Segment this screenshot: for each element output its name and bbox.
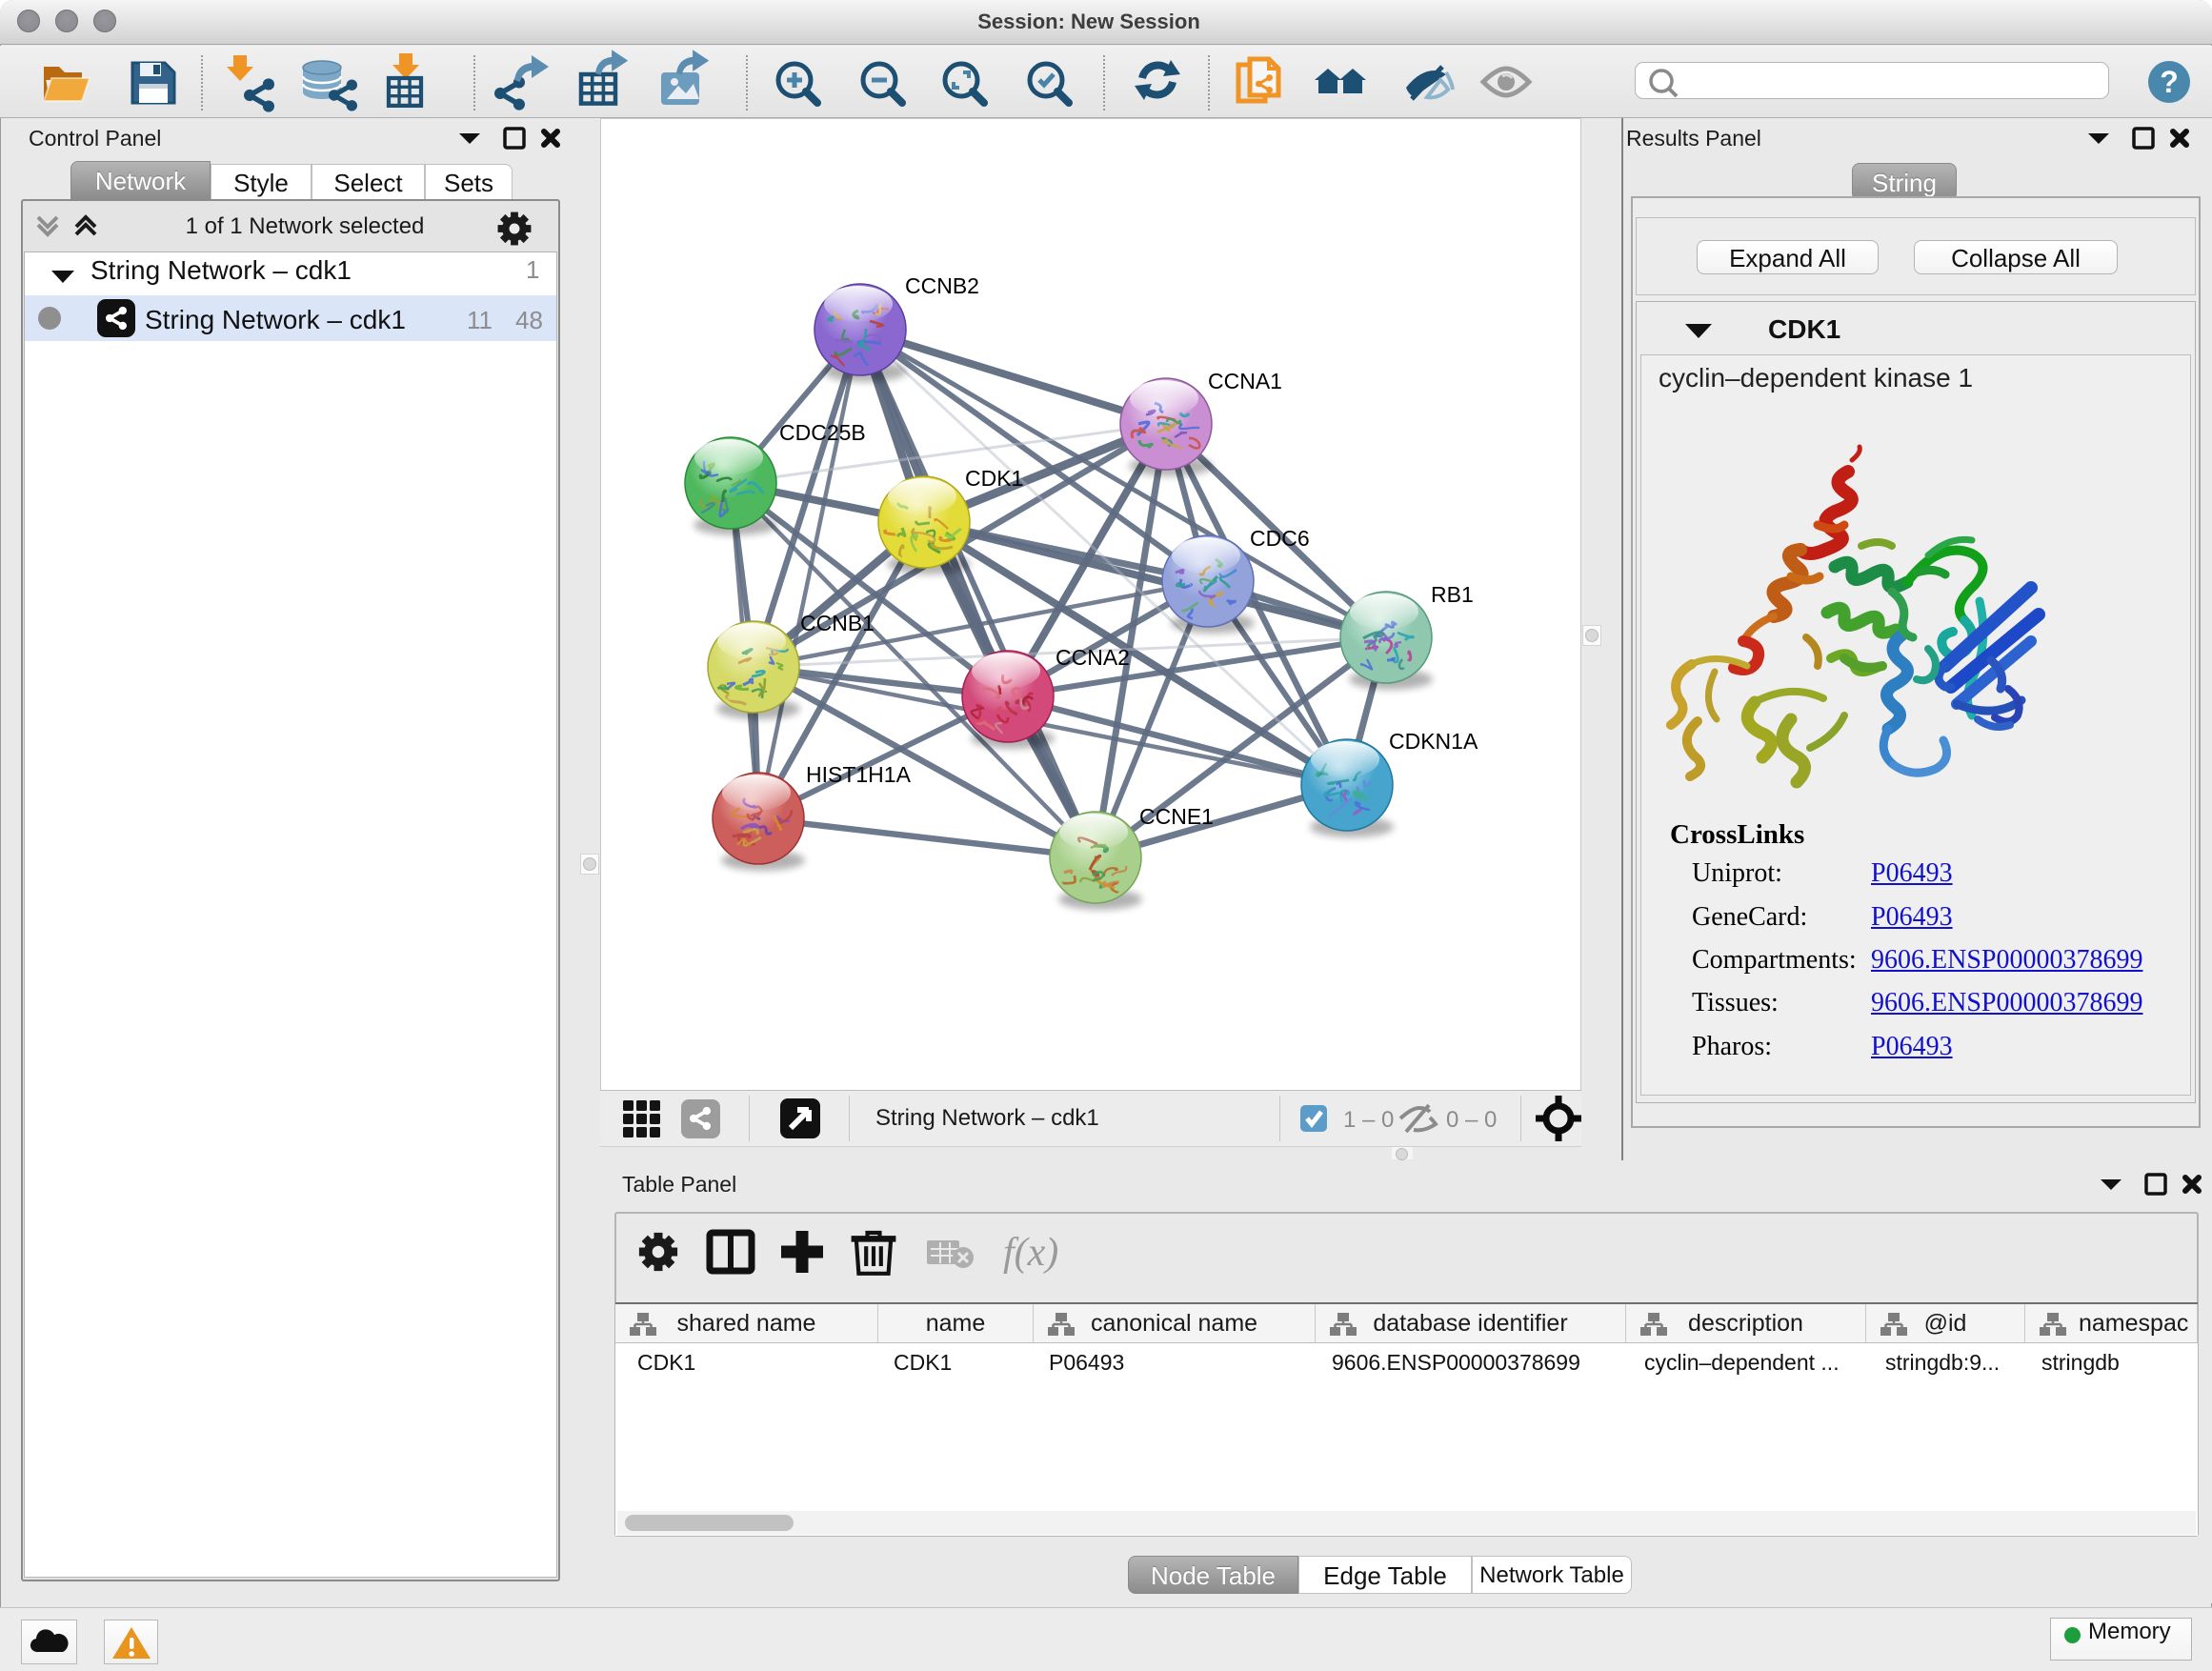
svg-text:CDC6: CDC6 [1250,526,1310,551]
svg-text:1 – 0: 1 – 0 [1343,1107,1394,1133]
svg-text:0 – 0: 0 – 0 [1446,1107,1497,1133]
svg-text:CDC25B: CDC25B [779,420,866,445]
svg-text:CDKN1A: CDKN1A [1389,729,1478,754]
svg-text:CCNA2: CCNA2 [1056,645,1130,670]
svg-text:CDK1: CDK1 [965,466,1023,491]
svg-text:HIST1H1A: HIST1H1A [806,762,912,787]
svg-text:CCNE1: CCNE1 [1139,804,1214,829]
svg-text:CCNB1: CCNB1 [800,611,875,635]
svg-text:RB1: RB1 [1431,582,1474,607]
svg-text:?: ? [2160,65,2179,99]
svg-text:CCNA1: CCNA1 [1208,369,1282,393]
svg-text:CCNB2: CCNB2 [905,273,979,298]
svg-text:f(x): f(x) [1003,1231,1058,1275]
